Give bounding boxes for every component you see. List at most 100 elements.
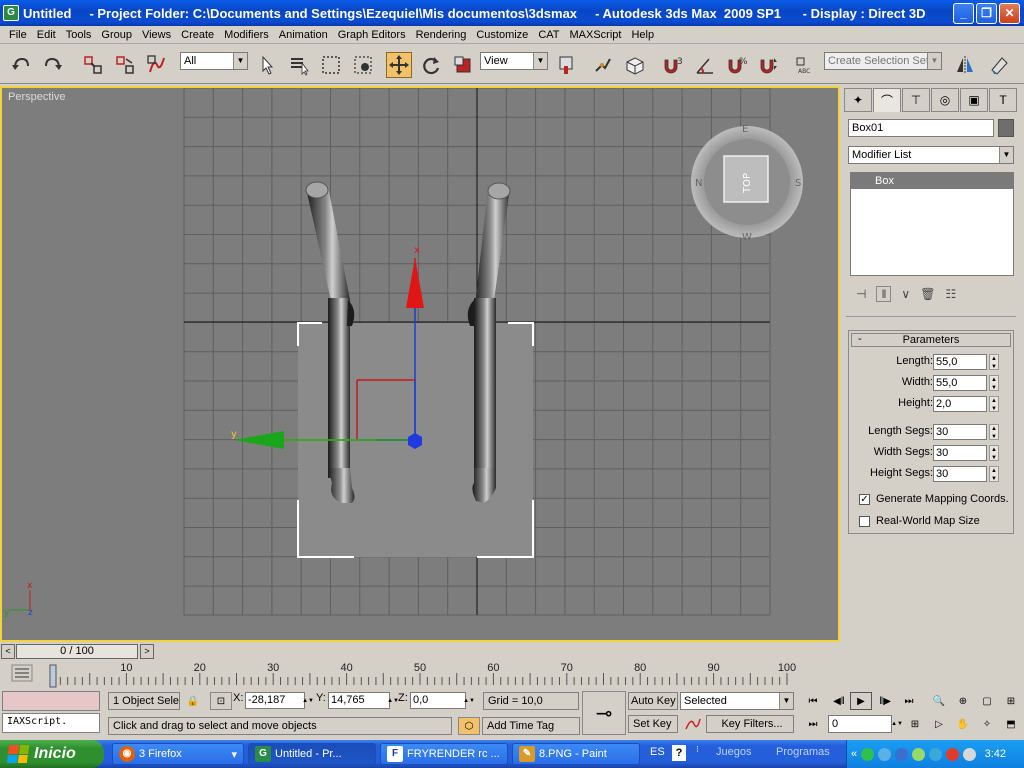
time-tag-icon[interactable]: ⬡ xyxy=(458,717,480,735)
juegos-toolbar[interactable]: Juegos xyxy=(716,746,751,758)
menu-customize[interactable]: Customize xyxy=(471,29,533,41)
y-coordinate-input[interactable]: 14,765 xyxy=(328,692,390,709)
generate-mapping-checkbox[interactable]: ✓ Generate Mapping Coords. xyxy=(859,493,1009,505)
length-segs-spinner[interactable]: ▲ ▼ xyxy=(989,424,999,440)
set-keys-icon[interactable]: ⊸ xyxy=(582,691,626,735)
zoom-extents-all-icon[interactable]: ⊞ xyxy=(1000,692,1022,710)
motion-tab-icon[interactable]: ◎ xyxy=(931,88,959,112)
menu-views[interactable]: Views xyxy=(137,29,176,41)
window-crossing-icon[interactable] xyxy=(350,52,376,78)
align-icon[interactable] xyxy=(986,52,1012,78)
length-input[interactable]: 55,0 xyxy=(933,354,987,370)
length-segs-input[interactable]: 30 xyxy=(933,424,987,440)
hierarchy-tab-icon[interactable]: ⊤ xyxy=(902,88,930,112)
time-slider[interactable]: < 0 / 100 > xyxy=(0,643,840,661)
utilities-tab-icon[interactable]: T xyxy=(989,88,1017,112)
select-and-move-icon[interactable] xyxy=(386,52,412,78)
perspective-viewport[interactable]: x y TOP N E S W x y z Perspective xyxy=(0,86,840,642)
menu-edit[interactable]: Edit xyxy=(32,29,61,41)
zoom-all-icon[interactable]: ⊕ xyxy=(952,692,974,710)
help-icon[interactable]: ? xyxy=(672,745,686,761)
maxscript-mini-listener[interactable]: IAXScript. xyxy=(2,713,100,733)
reference-coordinate-dropdown[interactable]: View ▼ xyxy=(480,52,548,70)
select-and-link-icon[interactable] xyxy=(80,52,106,78)
maxscript-listener-pink[interactable] xyxy=(2,691,100,711)
task-3dsmax[interactable]: G Untitled - Pr... xyxy=(248,743,376,765)
tray-app-icon[interactable] xyxy=(895,747,909,761)
height-segs-spinner[interactable]: ▲ ▼ xyxy=(989,466,999,482)
real-world-map-size-checkbox[interactable]: Real-World Map Size xyxy=(859,515,980,527)
select-and-scale-icon[interactable] xyxy=(450,52,476,78)
field-of-view-icon[interactable]: ▷ xyxy=(928,715,950,733)
clock[interactable]: 3:42 xyxy=(985,748,1006,760)
tray-app-icon[interactable] xyxy=(861,747,875,761)
configure-modifier-sets-icon[interactable]: ☷ xyxy=(945,287,956,301)
zoom-icon[interactable]: 🔍 xyxy=(928,692,950,710)
bind-to-space-warp-icon[interactable] xyxy=(144,52,170,78)
minimize-button[interactable]: _ xyxy=(953,2,974,24)
time-slider-thumb[interactable]: 0 / 100 xyxy=(16,644,138,659)
tray-expand-icon[interactable]: « xyxy=(851,748,857,760)
angle-snap-icon[interactable] xyxy=(692,52,718,78)
create-tab-icon[interactable]: ✦ xyxy=(844,88,872,112)
rectangular-selection-icon[interactable] xyxy=(318,52,344,78)
x-coordinate-input[interactable]: -28,187 xyxy=(245,692,305,709)
selection-filter-dropdown[interactable]: All ▼ xyxy=(180,52,248,70)
unlink-selection-icon[interactable] xyxy=(112,52,138,78)
menu-file[interactable]: File xyxy=(4,29,32,41)
auto-key-button[interactable]: Auto Key xyxy=(628,692,678,710)
menu-rendering[interactable]: Rendering xyxy=(411,29,472,41)
set-key-button[interactable]: Set Key xyxy=(628,715,678,733)
task-firefox[interactable]: ◉ 3 Firefox ▾ xyxy=(112,743,244,765)
y-spinner[interactable]: ▲▼ xyxy=(387,692,399,710)
go-to-end-icon[interactable]: ⏭ xyxy=(898,692,920,710)
lock-selection-icon[interactable]: 🔒 xyxy=(182,692,204,710)
language-indicator[interactable]: ES xyxy=(650,746,665,758)
height-spinner[interactable]: ▲ ▼ xyxy=(989,396,999,412)
percent-snap-icon[interactable]: % xyxy=(724,52,750,78)
mirror-icon[interactable] xyxy=(952,52,978,78)
pivot-center-icon[interactable] xyxy=(554,52,580,78)
go-to-start-icon[interactable]: ⏮ xyxy=(802,692,824,710)
make-unique-icon[interactable]: ∨ xyxy=(901,287,910,301)
viewcube[interactable]: TOP N E S W xyxy=(691,124,803,243)
width-spinner[interactable]: ▲ ▼ xyxy=(989,375,999,391)
height-segs-input[interactable]: 30 xyxy=(933,466,987,482)
object-name-field[interactable]: Box01 xyxy=(848,119,994,137)
snaps-toggle-icon[interactable]: 3 xyxy=(660,52,686,78)
current-frame-spinner[interactable]: ▲▼ xyxy=(891,715,903,733)
viewport-canvas[interactable]: x y TOP N E S W x y z xyxy=(2,88,838,640)
key-mode-dropdown[interactable]: Selected ▼ xyxy=(680,692,794,710)
menu-cat[interactable]: CAT xyxy=(533,29,564,41)
pin-stack-icon[interactable]: ⊣ xyxy=(856,287,866,301)
programas-toolbar[interactable]: Programas xyxy=(776,746,830,758)
play-icon[interactable]: ▶ xyxy=(850,692,872,710)
object-color-swatch[interactable] xyxy=(998,119,1014,137)
default-in-out-tangent-icon[interactable] xyxy=(682,715,704,733)
select-and-rotate-icon[interactable] xyxy=(418,52,444,78)
maximize-viewport-icon[interactable]: ⬒ xyxy=(1000,715,1022,733)
time-slider-left-arrow[interactable]: < xyxy=(1,644,15,659)
tray-app-icon[interactable] xyxy=(929,747,943,761)
track-bar[interactable]: 10 20 30 40 50 60 70 80 90 100 xyxy=(0,661,840,689)
z-spinner[interactable]: ▲▼ xyxy=(463,692,475,710)
z-coordinate-input[interactable]: 0,0 xyxy=(410,692,466,709)
menu-graph-editors[interactable]: Graph Editors xyxy=(333,29,411,41)
key-filters-button[interactable]: Key Filters... xyxy=(706,715,794,733)
key-mode-toggle-icon[interactable]: ⏭ xyxy=(802,715,824,733)
width-segs-spinner[interactable]: ▲ ▼ xyxy=(989,445,999,461)
show-end-result-icon[interactable]: ‖ xyxy=(876,286,892,302)
viewport-label[interactable]: Perspective xyxy=(8,91,65,103)
checkbox-box[interactable]: ✓ xyxy=(859,493,870,505)
menu-tools[interactable]: Tools xyxy=(61,29,97,41)
select-object-icon[interactable] xyxy=(254,52,280,78)
current-frame-input[interactable]: 0 xyxy=(828,715,892,733)
tray-app-icon[interactable] xyxy=(878,747,892,761)
close-button[interactable]: ✕ xyxy=(999,2,1020,24)
modify-tab-icon[interactable]: ⌒ xyxy=(873,88,901,112)
redo-icon[interactable] xyxy=(40,52,66,78)
open-mini-curve-editor-icon[interactable] xyxy=(11,664,33,682)
height-input[interactable]: 2,0 xyxy=(933,396,987,412)
add-time-tag[interactable]: Add Time Tag xyxy=(482,717,580,735)
display-tab-icon[interactable]: ▣ xyxy=(960,88,988,112)
